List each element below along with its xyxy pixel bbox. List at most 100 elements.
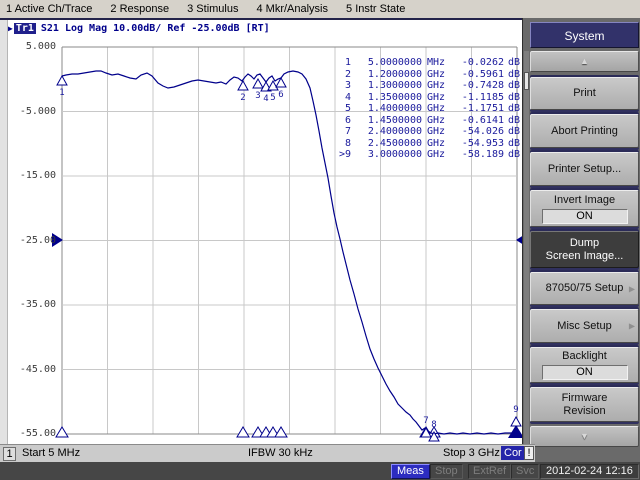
marker-table-cell: 5	[330, 103, 351, 115]
marker-table-cell: GHz	[422, 103, 454, 115]
trace-format-text: S21 Log Mag 10.00dB/ Ref -25.00dB [RT]	[41, 23, 270, 34]
marker-table-cell: 1.3500000	[351, 92, 422, 104]
marker-table-cell: dB	[504, 126, 524, 138]
softkey-abort-printing[interactable]: Abort Printing	[530, 114, 639, 148]
marker-table-cell: dB	[504, 115, 524, 127]
softkey-misc-setup[interactable]: Misc Setup ▶	[530, 309, 639, 343]
softkey-firmwarerevision[interactable]: FirmwareRevision	[530, 387, 639, 422]
marker-table-row: 82.4500000GHz-54.953dB	[330, 138, 524, 150]
trace-marker-number: 3	[255, 91, 260, 101]
softkey-backlight[interactable]: BacklightON	[530, 347, 639, 383]
marker-table-cell: 1	[330, 57, 351, 69]
menu-item[interactable]: 5 Instr State	[337, 3, 414, 15]
extref-status-badge: ExtRef	[468, 464, 511, 479]
axis-marker[interactable]	[275, 427, 287, 437]
marker-table-cell: dB	[504, 92, 524, 104]
softkey-label: Print	[573, 87, 596, 100]
marker-table-cell: GHz	[422, 149, 454, 161]
alert-indicator: !	[524, 446, 534, 460]
marker-table-cell: 1.4000000	[351, 103, 422, 115]
marker-table-row: 61.4500000GHz-0.6141dB	[330, 115, 524, 127]
correction-badge: Cor	[501, 446, 525, 460]
marker-table-cell: dB	[504, 103, 524, 115]
marker-table-cell: -0.5961	[454, 69, 504, 81]
softkey-scroll-down-button[interactable]: ▼	[530, 426, 639, 447]
menu-item[interactable]: 1 Active Ch/Trace	[0, 3, 101, 15]
softkey-panel: System ▲ Print Abort Printing Printer Setu…	[522, 18, 640, 462]
trace-marker-number: 5	[270, 93, 275, 103]
trace-marker-number: 9	[513, 405, 518, 415]
trace-marker-number: 7	[423, 416, 428, 426]
menu-item[interactable]: 4 Mkr/Analysis	[247, 3, 337, 15]
marker-table-row: >93.0000000GHz-58.189dB	[330, 149, 524, 161]
marker-table-cell: 1.3000000	[351, 80, 422, 92]
trace-marker-9[interactable]	[511, 417, 521, 426]
marker-table-cell: 3.0000000	[351, 149, 422, 161]
softkey-menu-title: System	[530, 22, 639, 48]
menu-bar: 1 Active Ch/Trace2 Response3 Stimulus4 M…	[0, 0, 640, 20]
menu-item[interactable]: 3 Stimulus	[178, 3, 247, 15]
submenu-arrow-icon: ▶	[629, 320, 635, 333]
marker-table-cell: GHz	[422, 126, 454, 138]
marker-table-cell: GHz	[422, 92, 454, 104]
marker-table-cell: -1.1185	[454, 92, 504, 104]
stop-frequency: Stop 3 GHz	[443, 447, 500, 459]
toggle-state: ON	[542, 365, 628, 380]
toggle-state: ON	[542, 209, 628, 224]
softkey-print[interactable]: Print	[530, 77, 639, 110]
marker-table-cell: -0.6141	[454, 115, 504, 127]
softkey-scrollbar-thumb[interactable]	[524, 72, 529, 90]
active-trace-arrow-icon: ▶	[8, 24, 13, 33]
softkey-scrollbar[interactable]	[524, 51, 529, 447]
trace-marker-2[interactable]	[238, 81, 248, 90]
menu-item[interactable]: 2 Response	[101, 3, 178, 15]
marker-table-row: 41.3500000GHz-1.1185dB	[330, 92, 524, 104]
meas-status-badge: Meas	[391, 464, 430, 479]
softkey-label: Misc Setup	[557, 320, 611, 333]
marker-table-cell: 1.2000000	[351, 69, 422, 81]
marker-table-cell: 4	[330, 92, 351, 104]
ifbw-value: IFBW 30 kHz	[248, 447, 313, 459]
channel-status-bar: 1 Start 5 MHz IFBW 30 kHz Stop 3 GHz Cor…	[0, 444, 535, 463]
trace-marker-1[interactable]	[57, 76, 67, 85]
trace-marker-number: 4	[263, 94, 268, 104]
softkey-label: Abort Printing	[551, 125, 618, 138]
trace-marker-number: 1	[59, 88, 64, 98]
marker-table-cell: 6	[330, 115, 351, 127]
axis-marker[interactable]	[237, 427, 249, 437]
softkey-dumpscreen-image[interactable]: DumpScreen Image...	[530, 231, 639, 268]
marker-table-cell: 5.0000000	[351, 57, 422, 69]
trace-status-line: ▶ Tr1 S21 Log Mag 10.00dB/ Ref -25.00dB …	[8, 22, 270, 35]
softkey-scroll-up-button[interactable]: ▲	[530, 51, 639, 72]
softkey-label: Firmware	[562, 392, 608, 405]
marker-table-cell: GHz	[422, 80, 454, 92]
marker-table-cell: 2	[330, 69, 351, 81]
down-arrow-icon: ▼	[580, 431, 589, 441]
analyzer-screen: 123456789 1 Active Ch/Trace2 Response3 S…	[0, 0, 640, 480]
marker-table-cell: >9	[330, 149, 351, 161]
marker-table-row: 72.4000000GHz-54.026dB	[330, 126, 524, 138]
trace-marker-3[interactable]	[253, 79, 263, 88]
y-axis-label: -25.00	[0, 235, 56, 246]
marker-table-cell: -58.189	[454, 149, 504, 161]
marker-table-cell: MHz	[422, 57, 454, 69]
softkey-label: Screen Image...	[546, 250, 624, 263]
trace-badge[interactable]: Tr1	[14, 23, 36, 34]
marker-table-cell: -0.7428	[454, 80, 504, 92]
trace-marker-number: 2	[240, 93, 245, 103]
softkey-label: Revision	[563, 405, 605, 418]
marker-table-cell: dB	[504, 69, 524, 81]
softkey-printer-setup[interactable]: Printer Setup...	[530, 152, 639, 186]
axis-marker[interactable]	[56, 427, 68, 437]
up-arrow-icon: ▲	[580, 56, 589, 66]
submenu-arrow-icon: ▶	[629, 282, 635, 295]
y-axis-label: -15.00	[0, 170, 56, 181]
marker-table-cell: dB	[504, 80, 524, 92]
marker-table-row: 21.2000000GHz-0.5961dB	[330, 69, 524, 81]
y-axis-label: -5.000	[0, 106, 56, 117]
softkey-87050-75-setup[interactable]: 87050/75 Setup▶	[530, 272, 639, 305]
marker-table-cell: 3	[330, 80, 351, 92]
y-axis-label: -35.00	[0, 299, 56, 310]
marker-table-cell: -54.026	[454, 126, 504, 138]
softkey-invert-image[interactable]: Invert ImageON	[530, 190, 639, 227]
